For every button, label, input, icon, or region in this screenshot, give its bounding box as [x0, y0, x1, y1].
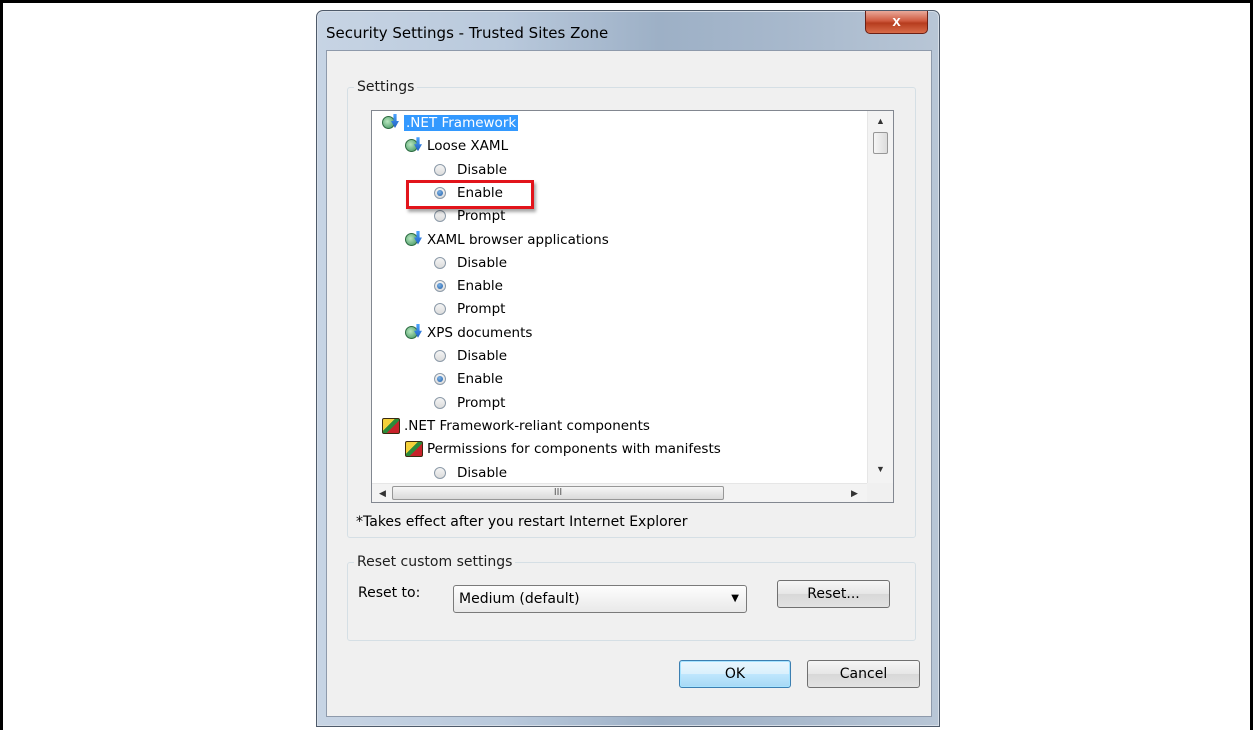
tree-setting[interactable]: Permissions for components with manifest… — [405, 438, 721, 461]
scroll-grip-icon: III — [553, 487, 563, 498]
horizontal-scrollbar[interactable]: ◀ III ▶ — [372, 483, 867, 502]
reset-level-dropdown[interactable]: Medium (default) ▼ — [453, 585, 747, 613]
dialog-body: Settings .NET Framework Loose XAML Disable… — [326, 50, 932, 717]
settings-group-label: Settings — [354, 79, 418, 95]
radio-button-icon[interactable] — [434, 163, 446, 176]
radio-button-icon[interactable] — [434, 303, 446, 316]
tree-item-label: Disable — [457, 161, 508, 178]
tree-setting[interactable]: XAML browser applications — [405, 229, 609, 252]
dialog-title: Security Settings - Trusted Sites Zone — [326, 24, 609, 42]
radio-button-icon[interactable] — [434, 280, 446, 293]
tree-item-label: Prompt — [457, 394, 506, 411]
reset-to-label: Reset to: — [358, 585, 421, 601]
components-icon — [382, 417, 400, 434]
ok-button[interactable]: OK — [679, 660, 791, 688]
radio-button-icon[interactable] — [434, 350, 446, 362]
tree-category[interactable]: .NET Framework-reliant components — [382, 415, 650, 438]
horizontal-scroll-thumb[interactable]: III — [392, 486, 724, 500]
vertical-scrollbar[interactable]: ▲ ▼ — [867, 111, 893, 483]
tree-item-label: Disable — [457, 464, 508, 481]
scrollbar-corner — [867, 483, 893, 502]
radio-option-enable[interactable]: Enable — [434, 275, 503, 298]
scroll-up-arrow-icon[interactable]: ▲ — [868, 113, 893, 130]
radio-button-icon[interactable] — [434, 210, 446, 223]
tree-item-label: Prompt — [457, 301, 506, 318]
net-framework-icon — [405, 137, 423, 153]
radio-option-prompt[interactable]: Prompt — [434, 392, 505, 415]
chevron-down-icon: ▼ — [731, 593, 739, 604]
vertical-scroll-thumb[interactable] — [873, 132, 888, 154]
tree-item-label: Disable — [457, 348, 508, 364]
cancel-button[interactable]: Cancel — [807, 660, 920, 688]
tree-item-label: Permissions for components with manifest… — [427, 441, 721, 458]
scroll-down-arrow-icon[interactable]: ▼ — [868, 461, 893, 478]
scroll-right-arrow-icon[interactable]: ▶ — [846, 484, 863, 502]
restart-note: *Takes effect after you restart Internet… — [356, 514, 688, 530]
net-framework-icon — [405, 231, 423, 247]
tree-item-label: Disable — [457, 254, 508, 271]
close-button[interactable]: x — [865, 11, 928, 34]
security-settings-dialog: Security Settings - Trusted Sites Zone x… — [316, 10, 940, 727]
radio-option-disable[interactable]: Disable — [434, 462, 507, 484]
reset-custom-settings-group: Reset custom settings Reset to: Medium (… — [347, 554, 916, 641]
settings-tree: .NET Framework Loose XAML Disable Enable Pro… — [372, 111, 867, 483]
tree-item-label: XPS documents — [427, 324, 533, 341]
radio-button-icon[interactable] — [434, 373, 446, 386]
radio-option-disable[interactable]: Disable — [434, 252, 507, 275]
scroll-left-arrow-icon[interactable]: ◀ — [374, 484, 391, 502]
components-icon — [405, 440, 423, 458]
tree-item-label: .NET Framework-reliant components — [404, 417, 650, 434]
net-framework-icon — [382, 114, 400, 130]
tree-item-label: Enable — [457, 278, 503, 295]
highlight-annotation-box — [406, 180, 534, 209]
tree-item-label: Prompt — [457, 208, 506, 225]
tree-item-label: Loose XAML — [427, 138, 509, 155]
close-icon: x — [892, 13, 901, 30]
radio-button-icon[interactable] — [434, 256, 446, 269]
tree-category[interactable]: .NET Framework — [382, 112, 519, 135]
reset-button[interactable]: Reset... — [777, 580, 890, 608]
reset-level-value: Medium (default) — [459, 591, 580, 607]
tree-item-label: Enable — [457, 371, 503, 388]
tree-setting[interactable]: XPS documents — [405, 322, 532, 345]
radio-option-disable[interactable]: Disable — [434, 159, 507, 182]
settings-group: Settings .NET Framework Loose XAML Disable… — [347, 79, 916, 538]
tree-setting[interactable]: Loose XAML — [405, 135, 508, 158]
tree-item-label: .NET Framework — [404, 115, 519, 131]
radio-option-disable[interactable]: Disable — [434, 345, 507, 368]
net-framework-icon — [405, 324, 423, 340]
title-bar[interactable]: Security Settings - Trusted Sites Zone x — [317, 11, 939, 55]
radio-option-prompt[interactable]: Prompt — [434, 298, 505, 321]
reset-group-label: Reset custom settings — [354, 554, 516, 570]
radio-button-icon[interactable] — [434, 466, 446, 479]
radio-button-icon[interactable] — [434, 396, 446, 409]
radio-option-enable[interactable]: Enable — [434, 368, 503, 391]
settings-tree-list[interactable]: .NET Framework Loose XAML Disable Enable Pro… — [371, 110, 894, 503]
tree-item-label: XAML browser applications — [427, 231, 609, 248]
